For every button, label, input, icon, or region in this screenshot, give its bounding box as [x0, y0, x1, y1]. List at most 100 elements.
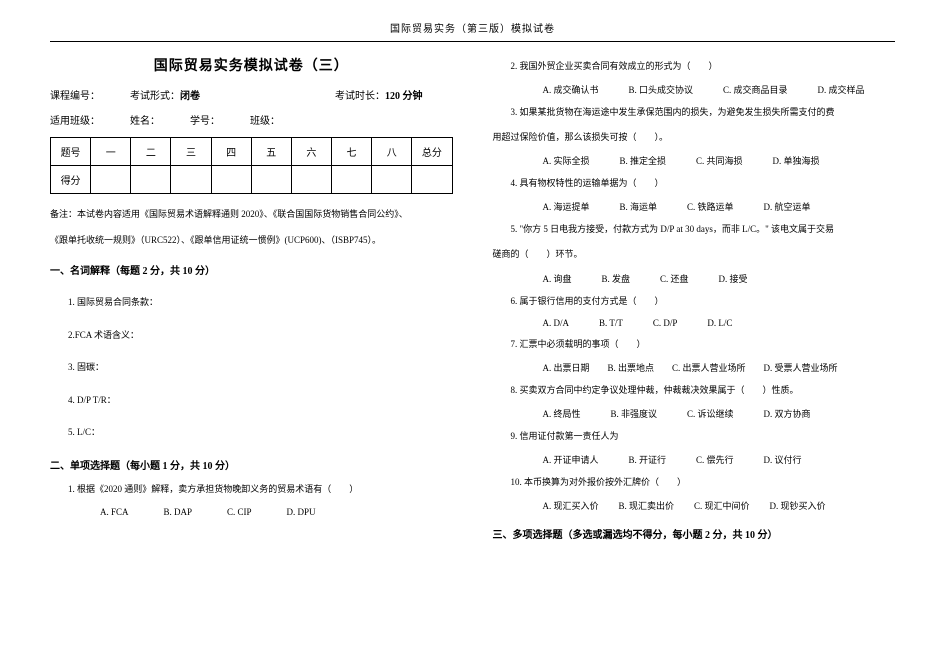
s2-q10-options: A. 现汇买入价 B. 现汇卖出价 C. 现汇中间价 D. 现钞买入价 [543, 499, 896, 512]
divider [50, 41, 895, 42]
duration-label-text: 考试时长： [335, 91, 385, 102]
s2-q8: 8. 买卖双方合同中约定争议处理仲裁，仲裁裁决效果属于（ ）性质。 [511, 382, 896, 399]
opt-b: B. 开证行 [629, 453, 667, 466]
cell [251, 166, 291, 194]
s2-q10: 10. 本币换算为对外报价按外汇牌价（ ） [511, 474, 896, 491]
opt-d: D. 成交样品 [818, 83, 865, 96]
s2-q1-options: A. FCA B. DAP C. CIP D. DPU [100, 507, 453, 517]
s2-q9: 9. 信用证付款第一责任人为 [511, 428, 896, 445]
opt-d: D. 航空运单 [764, 200, 811, 213]
duration-value: 120 分钟 [385, 91, 423, 102]
opt-a: A. 实际全损 [543, 154, 590, 167]
class-label: 适用班级： [50, 112, 100, 127]
cell [331, 166, 371, 194]
s1-q3: 3. 固碳： [68, 360, 453, 374]
opt-c: C. 成交商品目录 [723, 83, 788, 96]
th-3: 三 [171, 138, 211, 166]
th-total: 总分 [412, 138, 452, 166]
s1-q5: 5. L/C： [68, 425, 453, 439]
opt-c: C. 偿先行 [696, 453, 734, 466]
table-row: 题号 一 二 三 四 五 六 七 八 总分 [51, 138, 453, 166]
s2-q1: 1. 根据《2020 通则》解释，卖方承担货物晚卸义务的贸易术语有（ ） [68, 482, 453, 496]
s2-q2-options: A. 成交确认书 B. 口头成交协议 C. 成交商品目录 D. 成交样品 [543, 83, 896, 96]
cell [291, 166, 331, 194]
opt-b: B. DAP [164, 507, 193, 517]
opt-a: A. D/A [543, 318, 570, 328]
opt-a: A. 开证申请人 [543, 453, 599, 466]
s2-q5: 5. "你方 5 日电我方接受，付款方式为 D/P at 30 days，而非 … [511, 221, 896, 238]
opt-d: D. 双方协商 [764, 407, 811, 420]
opt-b: B. 非强度议 [611, 407, 658, 420]
form-value: 闭卷 [180, 91, 200, 102]
opt-d: D. 接受 [719, 272, 748, 285]
opt-c: C. 诉讼继续 [687, 407, 734, 420]
opt-c: C. 共同海损 [696, 154, 743, 167]
s1-q2: 2.FCA 术语含义： [68, 328, 453, 342]
cell [412, 166, 452, 194]
opt-a: A. 终局性 [543, 407, 581, 420]
th-label: 题号 [51, 138, 91, 166]
th-4: 四 [211, 138, 251, 166]
opt-d: D. 受票人营业场所 [764, 361, 838, 374]
opt-c: C. CIP [227, 507, 252, 517]
s2-q3: 3. 如果某批货物在海运途中发生承保范围内的损失，为避免发生损失所需支付的费 [511, 104, 896, 121]
s2-q5-options: A. 询盘 B. 发盘 C. 还盘 D. 接受 [543, 272, 896, 285]
cell [211, 166, 251, 194]
s2-q6-options: A. D/A B. T/T C. D/P D. L/C [543, 318, 896, 328]
th-6: 六 [291, 138, 331, 166]
info-row-1: 课程编号： 考试形式：闭卷 考试时长：120 分钟 [50, 87, 453, 102]
th-5: 五 [251, 138, 291, 166]
id-label: 学号： [190, 112, 220, 127]
th-7: 七 [331, 138, 371, 166]
content: 国际贸易实务模拟试卷（三） 课程编号： 考试形式：闭卷 考试时长：120 分钟 … [0, 50, 945, 551]
opt-b: B. 现汇卖出价 [619, 499, 675, 512]
opt-c: C. 出票人营业场所 [672, 361, 746, 374]
opt-c: C. 现汇中间价 [694, 499, 750, 512]
opt-c: C. 还盘 [660, 272, 689, 285]
s2-q7: 7. 汇票中必须载明的事项（ ） [511, 336, 896, 353]
note-line-1: 备注：本试卷内容适用《国际贸易术语解释通则 2020》、《联合国国际货物销售合同… [50, 206, 453, 222]
opt-a: A. 出票日期 [543, 361, 590, 374]
s2-q6: 6. 属于银行信用的支付方式是（ ） [511, 293, 896, 310]
table-row: 得分 [51, 166, 453, 194]
opt-d: D. 单独海损 [773, 154, 820, 167]
course-label: 课程编号： [50, 87, 100, 102]
section-3-title: 三、多项选择题（多选或漏选均不得分，每小题 2 分，共 10 分） [493, 526, 896, 541]
opt-a: A. 海运提单 [543, 200, 590, 213]
s1-q4: 4. D/P T/R： [68, 393, 453, 407]
th-2: 二 [131, 138, 171, 166]
s2-q2: 2. 我国外贸企业买卖合同有效成立的形式为（ ） [511, 58, 896, 75]
opt-d: D. DPU [287, 507, 316, 517]
opt-a: A. 成交确认书 [543, 83, 599, 96]
cell [131, 166, 171, 194]
opt-a: A. 现汇买入价 [543, 499, 599, 512]
opt-b: B. 口头成交协议 [629, 83, 694, 96]
th-8: 八 [372, 138, 412, 166]
left-column: 国际贸易实务模拟试卷（三） 课程编号： 考试形式：闭卷 考试时长：120 分钟 … [50, 50, 473, 551]
opt-c: C. 铁路运单 [687, 200, 734, 213]
s2-q3b: 用超过保险价值，那么该损失可按（ ）。 [493, 129, 896, 146]
opt-d: D. L/C [707, 318, 732, 328]
section-1-title: 一、名词解释（每题 2 分，共 10 分） [50, 262, 453, 277]
opt-b: B. 发盘 [602, 272, 631, 285]
opt-b: B. 出票地点 [608, 361, 655, 374]
grade-label: 班级： [250, 112, 280, 127]
opt-a: A. FCA [100, 507, 129, 517]
s2-q5b: 磋商的（ ）环节。 [493, 246, 896, 263]
opt-b: B. 海运单 [620, 200, 658, 213]
s2-q4-options: A. 海运提单 B. 海运单 C. 铁路运单 D. 航空运单 [543, 200, 896, 213]
cell [372, 166, 412, 194]
right-column: 2. 我国外贸企业买卖合同有效成立的形式为（ ） A. 成交确认书 B. 口头成… [473, 50, 896, 551]
opt-b: B. 推定全损 [620, 154, 667, 167]
s2-q8-options: A. 终局性 B. 非强度议 C. 诉讼继续 D. 双方协商 [543, 407, 896, 420]
form-label: 考试形式：闭卷 [130, 87, 200, 102]
s2-q3-options: A. 实际全损 B. 推定全损 C. 共同海损 D. 单独海损 [543, 154, 896, 167]
s1-q1: 1. 国际贸易合同条款： [68, 295, 453, 309]
opt-c: C. D/P [653, 318, 678, 328]
opt-d: D. 议付行 [764, 453, 802, 466]
section-2-title: 二、单项选择题（每小题 1 分，共 10 分） [50, 457, 453, 472]
s2-q9-options: A. 开证申请人 B. 开证行 C. 偿先行 D. 议付行 [543, 453, 896, 466]
note-line-2: 《跟单托收统一规则》（URC522）、《跟单信用证统一惯例》(UCP600)、（… [50, 232, 453, 248]
score-table: 题号 一 二 三 四 五 六 七 八 总分 得分 [50, 137, 453, 194]
info-row-2: 适用班级： 姓名： 学号： 班级： [50, 112, 453, 127]
